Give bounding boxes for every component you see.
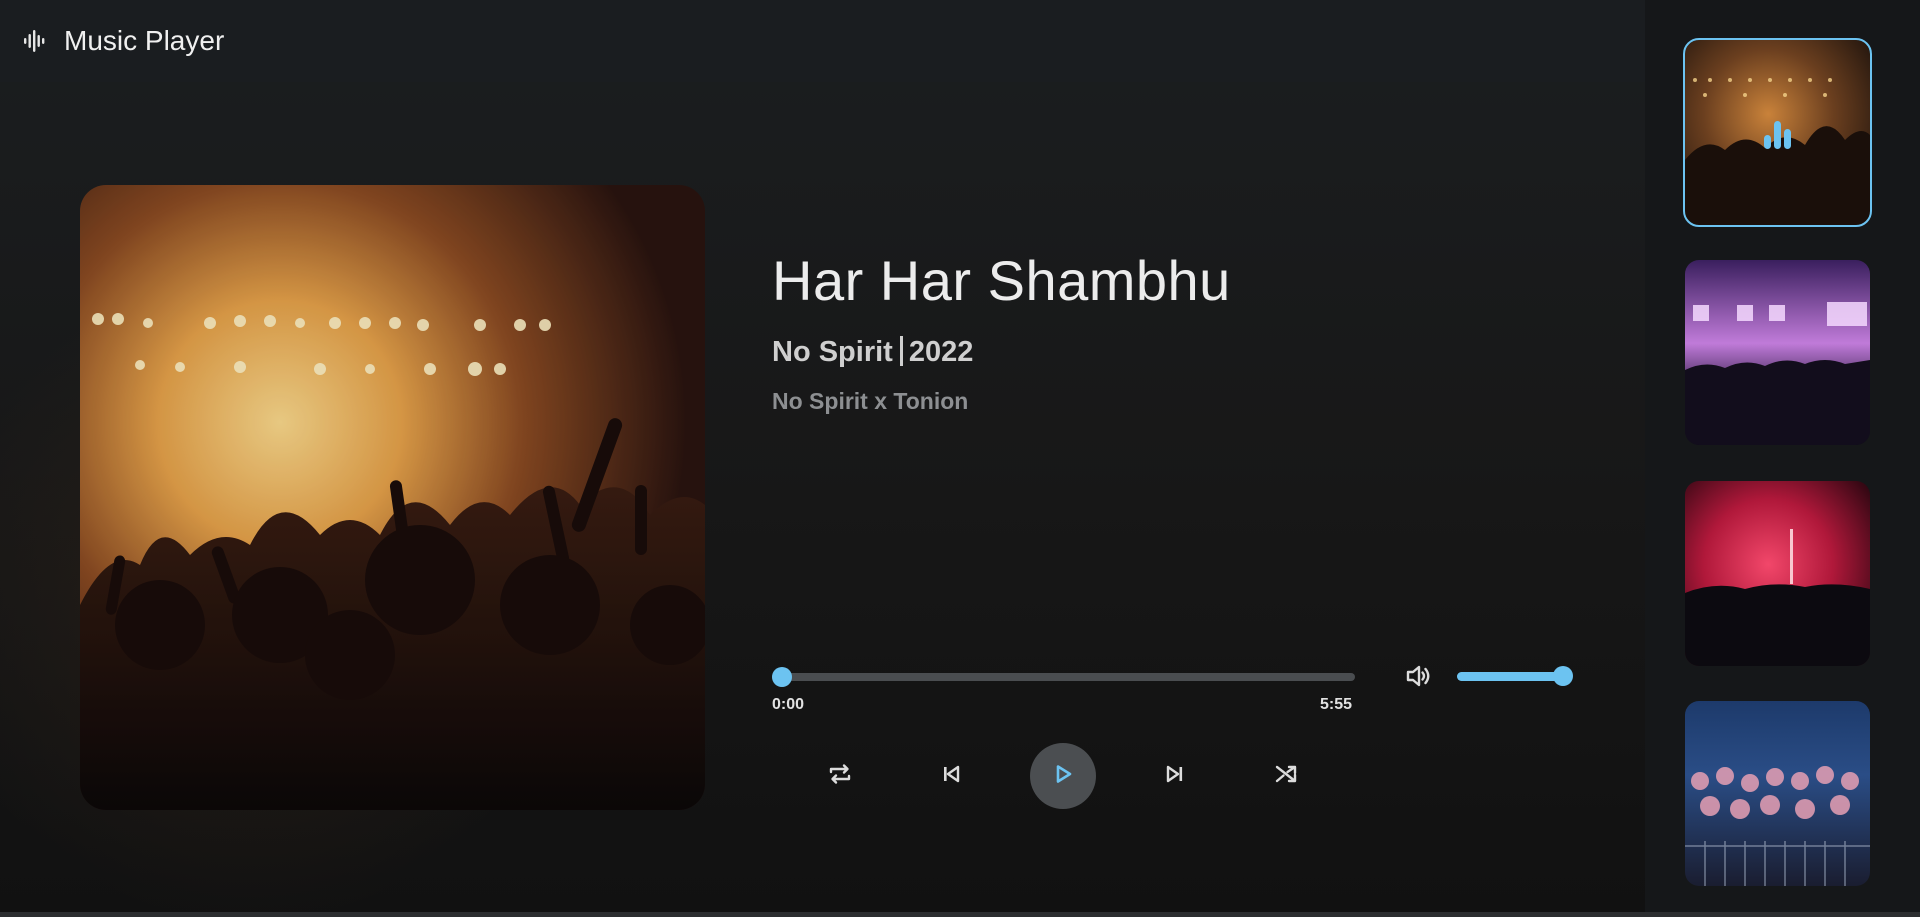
music-player-app: Music Player Har Har Shambhu No Spirit 2… <box>0 0 1920 917</box>
playlist-item-3[interactable] <box>1685 481 1870 666</box>
skip-next-icon <box>1160 759 1190 794</box>
playlist-item-1[interactable] <box>1683 38 1872 227</box>
repeat-icon <box>825 759 855 794</box>
current-time: 0:00 <box>772 696 805 713</box>
track-artists: No Spirit x Tonion <box>772 388 969 414</box>
play-icon <box>1048 759 1078 794</box>
bottom-border <box>0 912 1920 917</box>
volume-slider[interactable] <box>1457 666 1573 686</box>
now-playing-equalizer-icon <box>1685 40 1870 225</box>
repeat-button[interactable] <box>807 743 873 809</box>
next-button[interactable] <box>1142 743 1208 809</box>
waveform-logo-icon <box>22 28 48 54</box>
app-header: Music Player <box>0 0 1645 82</box>
volume-thumb[interactable] <box>1553 666 1573 686</box>
thumb-image-purple <box>1685 260 1870 445</box>
meta-divider <box>899 336 903 366</box>
app-title: Music Player <box>64 25 225 56</box>
total-time: 5:55 <box>1320 696 1353 713</box>
progress-track[interactable] <box>772 673 1355 681</box>
play-button[interactable] <box>1030 743 1096 809</box>
playlist-item-2[interactable] <box>1685 260 1870 445</box>
progress-thumb[interactable] <box>772 667 792 687</box>
playlist-item-4[interactable] <box>1685 701 1870 886</box>
volume-fill <box>1457 672 1563 681</box>
track-artist: No Spirit <box>772 336 893 368</box>
track-title: Har Har Shambhu <box>772 249 1231 312</box>
shuffle-button[interactable] <box>1253 743 1319 809</box>
skip-previous-icon <box>936 759 966 794</box>
progress-slider[interactable] <box>772 667 1355 687</box>
thumb-image-blue <box>1685 701 1870 886</box>
track-year: 2022 <box>908 336 974 368</box>
volume-icon[interactable] <box>1404 662 1432 690</box>
track-meta: No Spirit 2022 <box>772 336 973 369</box>
album-art <box>80 185 705 810</box>
shuffle-icon <box>1271 759 1301 794</box>
thumb-image-red <box>1685 481 1870 666</box>
previous-button[interactable] <box>918 743 984 809</box>
